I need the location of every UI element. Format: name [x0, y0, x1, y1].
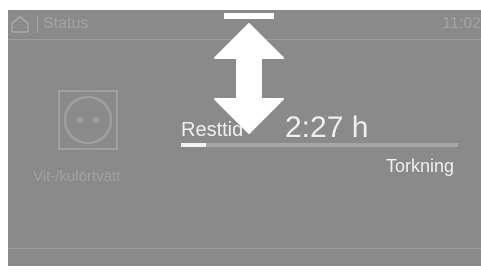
status-bar-divider — [37, 15, 38, 33]
vertical-double-arrow-icon[interactable] — [214, 13, 284, 141]
page-title: Status — [43, 15, 89, 32]
clock: 11:02 — [442, 15, 481, 32]
progress-bar — [181, 143, 458, 147]
cotton-socket-icon — [58, 90, 118, 150]
bottom-divider — [8, 248, 481, 249]
program-name: Vit-/kulörtvätt — [33, 168, 121, 185]
status-screen: Status 11:02 Vit-/kulörtvätt Resttid 2:2… — [8, 10, 481, 266]
progress-bar-fill — [181, 143, 206, 147]
home-icon[interactable] — [10, 14, 30, 34]
program-phase: Torkning — [385, 156, 454, 176]
remaining-time-value: 2:27 h — [285, 111, 369, 144]
